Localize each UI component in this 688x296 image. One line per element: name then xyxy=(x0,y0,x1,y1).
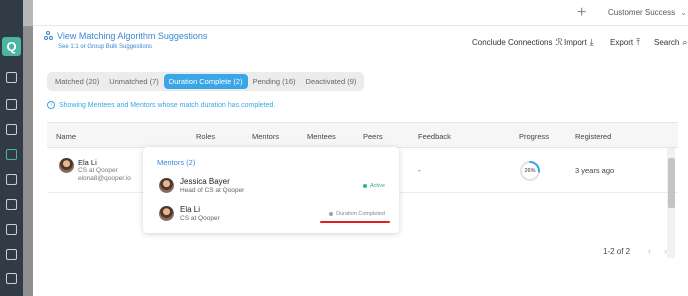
conclude-connections-button[interactable]: Conclude Connections ℛ xyxy=(472,37,563,48)
column-roles[interactable]: Roles xyxy=(196,132,215,141)
algorithm-icon xyxy=(44,31,53,41)
column-name[interactable]: Name xyxy=(56,132,76,141)
column-mentees[interactable]: Mentees xyxy=(307,132,336,141)
top-header xyxy=(33,0,688,26)
info-icon: i xyxy=(47,101,55,109)
conclude-connections-label: Conclude Connections xyxy=(472,38,553,47)
app-logo[interactable]: Q xyxy=(2,37,21,56)
column-peers[interactable]: Peers xyxy=(363,132,383,141)
tab-duration-complete[interactable]: Duration Complete (2) xyxy=(163,74,248,89)
org-selector[interactable]: Customer Success ⌄ xyxy=(608,8,687,17)
column-progress[interactable]: Progress xyxy=(519,132,549,141)
secondary-sidebar xyxy=(23,0,33,296)
status-dot xyxy=(329,212,334,216)
page-title[interactable]: View Matching Algorithm Suggestions xyxy=(44,31,207,41)
status-text: Duration Completed xyxy=(336,211,385,217)
mentor-name[interactable]: Ela Li xyxy=(180,205,200,214)
import-icon: ⤓ xyxy=(589,37,594,47)
next-page-button[interactable]: › xyxy=(664,246,667,256)
search-label: Search xyxy=(654,38,680,47)
status-dot xyxy=(363,184,368,188)
nav-list-icon[interactable] xyxy=(6,224,17,235)
row-registered: 3 years ago xyxy=(575,166,615,175)
plus-icon[interactable]: + xyxy=(577,5,586,21)
table-scrollbar-thumb[interactable] xyxy=(668,158,675,208)
column-mentors[interactable]: Mentors xyxy=(252,132,279,141)
progress-label: 26% xyxy=(524,168,536,174)
avatar xyxy=(159,178,174,193)
status-badge: Active xyxy=(363,183,385,189)
pagination-label: 1-2 of 2 xyxy=(603,247,631,256)
mentor-item[interactable]: Jessica Bayer Head of CS at Qooper Activ… xyxy=(159,176,389,200)
info-message: i Showing Mentees and Mentors whose matc… xyxy=(47,101,275,109)
status-text: Active xyxy=(370,183,385,189)
avatar xyxy=(159,206,174,221)
tab-pending[interactable]: Pending (16) xyxy=(248,74,301,89)
conclude-icon: ℛ xyxy=(555,37,563,47)
page-subtitle-link[interactable]: See 1:1 or Group Bulk Suggestions xyxy=(58,44,152,50)
export-label: Export xyxy=(610,38,634,47)
tab-unmatched[interactable]: Unmatched (7) xyxy=(104,74,164,89)
search-icon: ⌕ xyxy=(682,37,688,47)
app-sidebar: Q xyxy=(0,0,23,296)
table-header: Name Roles Mentors Mentees Peers Feedbac… xyxy=(47,122,678,148)
prev-page-button[interactable]: ‹ xyxy=(648,246,651,256)
tab-deactivated[interactable]: Deactivated (9) xyxy=(301,74,362,89)
progress-ring: 26% xyxy=(519,160,541,182)
mentor-name[interactable]: Jessica Bayer xyxy=(180,177,230,186)
nav-house-icon[interactable] xyxy=(6,99,17,110)
nav-home-icon[interactable] xyxy=(6,72,17,83)
column-registered[interactable]: Registered xyxy=(575,132,611,141)
info-text: Showing Mentees and Mentors whose match … xyxy=(59,101,276,109)
highlight-underline xyxy=(320,221,390,223)
nav-matching-icon[interactable] xyxy=(6,149,17,160)
row-role: CS at Qooper xyxy=(78,167,118,174)
tab-matched[interactable]: Matched (20) xyxy=(50,74,104,89)
nav-chat-icon[interactable] xyxy=(6,273,17,284)
status-tabs: Matched (20) Unmatched (7) Duration Comp… xyxy=(47,72,365,91)
status-badge: Duration Completed xyxy=(329,211,385,217)
import-label: Import xyxy=(564,38,587,47)
export-button[interactable]: Export ⤒ xyxy=(610,37,640,48)
column-feedback[interactable]: Feedback xyxy=(418,132,451,141)
nav-grid-icon[interactable] xyxy=(6,249,17,260)
row-name[interactable]: Ela Li xyxy=(78,158,97,167)
nav-monitor-icon[interactable] xyxy=(6,124,17,135)
row-email: elona8@qooper.io xyxy=(78,175,131,182)
avatar xyxy=(59,158,74,173)
mentor-role: Head of CS at Qooper xyxy=(180,187,245,194)
row-feedback: - xyxy=(418,166,421,175)
popover-title: Mentors (2) xyxy=(157,158,196,167)
search-button[interactable]: Search ⌕ xyxy=(654,37,687,48)
nav-user-icon[interactable] xyxy=(6,199,17,210)
mentor-role: CS at Qooper xyxy=(180,215,220,222)
import-button[interactable]: Import ⤓ xyxy=(564,37,594,48)
mentor-item[interactable]: Ela Li CS at Qooper Duration Completed xyxy=(159,204,389,228)
nav-people-icon[interactable] xyxy=(6,174,17,185)
chevron-down-icon: ⌄ xyxy=(680,8,687,17)
page-title-text[interactable]: View Matching Algorithm Suggestions xyxy=(57,31,207,41)
export-icon: ⤒ xyxy=(636,37,641,47)
org-selector-label: Customer Success xyxy=(608,8,676,17)
